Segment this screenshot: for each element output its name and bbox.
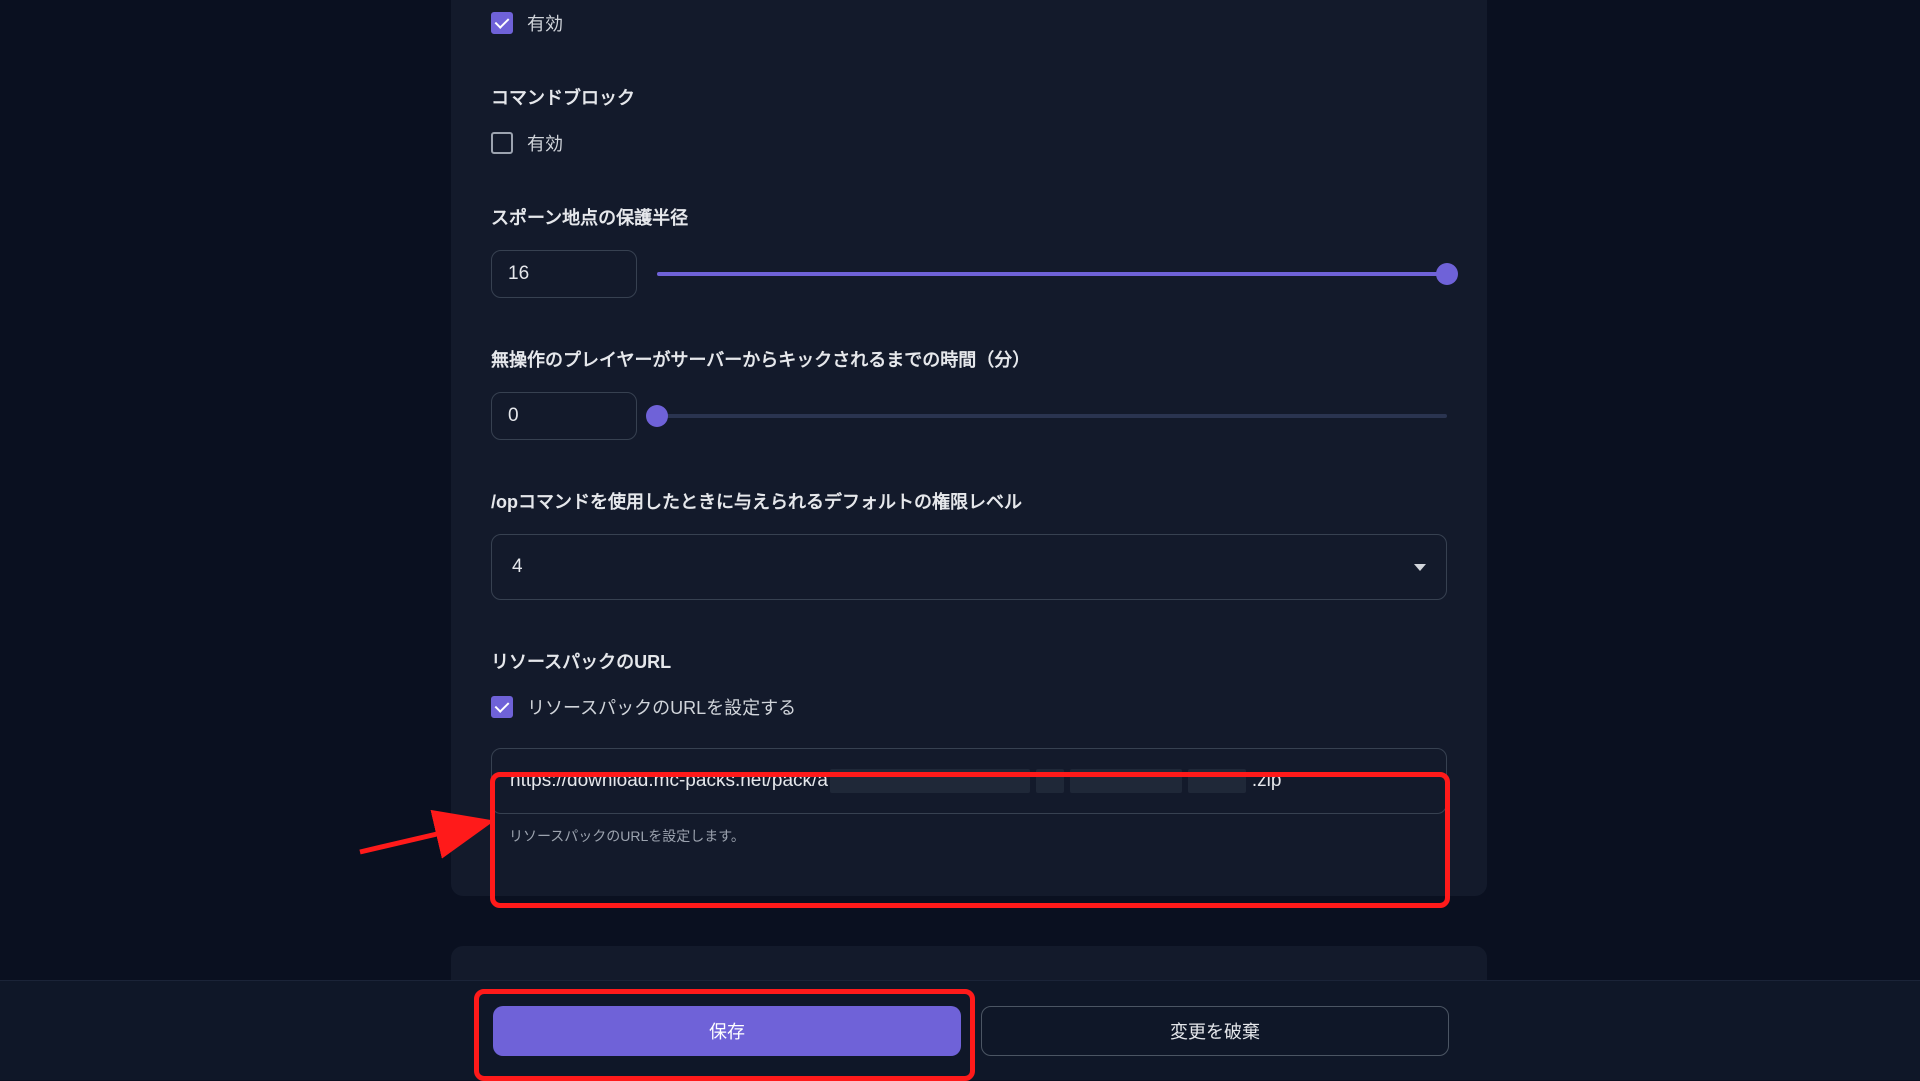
- spawn-protection-row: [491, 250, 1447, 298]
- form-group-command-block: コマンドブロック 有効: [491, 84, 1447, 156]
- enabled-label-top: 有効: [527, 10, 563, 36]
- discard-button-label: 変更を破棄: [1170, 1018, 1260, 1044]
- resource-pack-checkbox-label: リソースパックのURLを設定する: [527, 694, 796, 720]
- spawn-protection-title: スポーン地点の保護半径: [491, 204, 1447, 230]
- discard-button[interactable]: 変更を破棄: [981, 1006, 1449, 1056]
- op-permission-title: /opコマンドを使用したときに与えられるデフォルトの権限レベル: [491, 488, 1447, 514]
- slider-thumb[interactable]: [1436, 263, 1458, 285]
- slider-fill: [657, 272, 1447, 276]
- checkbox-row-top: 有効: [491, 10, 1447, 36]
- idle-timeout-title: 無操作のプレイヤーがサーバーからキックされるまでの時間（分）: [491, 346, 1447, 372]
- arrow-icon: [355, 802, 495, 862]
- slider-track: [657, 414, 1447, 418]
- command-block-title: コマンドブロック: [491, 84, 1447, 110]
- form-group-resource-pack: リソースパックのURL リソースパックのURLを設定する https://dow…: [491, 648, 1447, 846]
- op-permission-select[interactable]: 4: [491, 534, 1447, 600]
- url-prefix: https://download.mc-packs.net/pack/a: [510, 770, 828, 792]
- idle-timeout-slider[interactable]: [657, 404, 1447, 428]
- resource-pack-helper: リソースパックのURLを設定します。: [509, 826, 1447, 846]
- op-permission-value: 4: [512, 556, 523, 578]
- url-suffix: .zip: [1252, 770, 1282, 792]
- resource-pack-checkbox[interactable]: [491, 696, 513, 718]
- idle-timeout-input[interactable]: [491, 392, 637, 440]
- redacted-segment: [1036, 769, 1064, 793]
- redacted-segment: [1188, 769, 1246, 793]
- form-group-top: 有効: [491, 10, 1447, 36]
- redacted-segment: [1070, 769, 1182, 793]
- bottom-bar: 保存 変更を破棄: [0, 980, 1920, 1080]
- resource-pack-checkbox-row: リソースパックのURLを設定する: [491, 694, 1447, 720]
- command-block-enabled-label: 有効: [527, 130, 563, 156]
- slider-thumb[interactable]: [646, 405, 668, 427]
- resource-pack-url-input[interactable]: https://download.mc-packs.net/pack/a .zi…: [491, 748, 1447, 814]
- form-group-spawn-protection: スポーン地点の保護半径: [491, 204, 1447, 298]
- chevron-down-icon: [1414, 564, 1426, 571]
- redacted-segment: [830, 769, 1030, 793]
- idle-timeout-row: [491, 392, 1447, 440]
- form-group-idle-timeout: 無操作のプレイヤーがサーバーからキックされるまでの時間（分）: [491, 346, 1447, 440]
- settings-panel: 有効 コマンドブロック 有効 スポーン地点の保護半径 無操作のプレイヤーがサーバ…: [451, 0, 1487, 896]
- enabled-checkbox-top[interactable]: [491, 12, 513, 34]
- spawn-protection-slider[interactable]: [657, 262, 1447, 286]
- spawn-protection-input[interactable]: [491, 250, 637, 298]
- save-button-label: 保存: [709, 1018, 745, 1044]
- command-block-checkbox[interactable]: [491, 132, 513, 154]
- form-group-op-permission: /opコマンドを使用したときに与えられるデフォルトの権限レベル 4: [491, 488, 1447, 600]
- resource-pack-title: リソースパックのURL: [491, 648, 1447, 674]
- command-block-checkbox-row: 有効: [491, 130, 1447, 156]
- save-button[interactable]: 保存: [493, 1006, 961, 1056]
